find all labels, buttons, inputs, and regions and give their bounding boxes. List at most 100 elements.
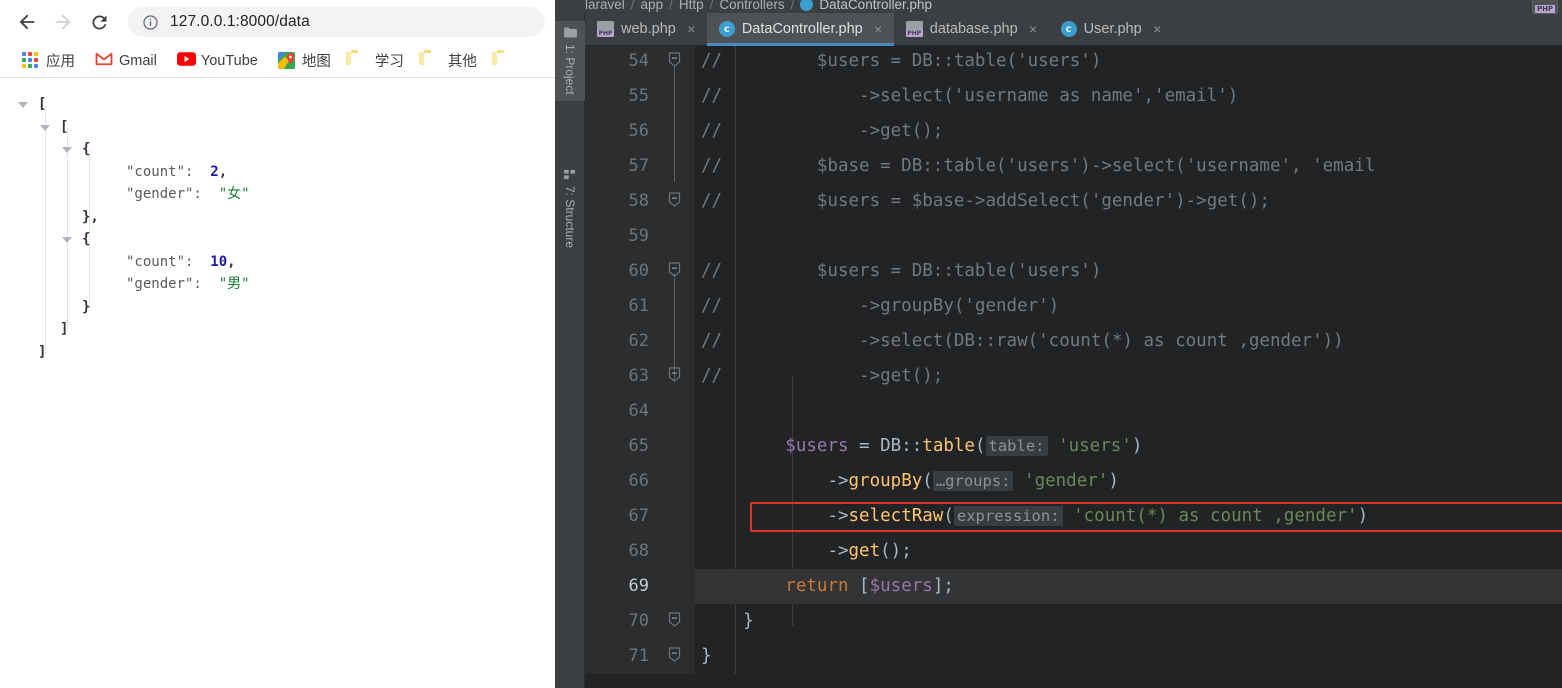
code-fold-toggle-icon[interactable] xyxy=(667,604,682,639)
json-line-content: { xyxy=(0,141,90,157)
json-token-brace: { xyxy=(82,141,91,157)
line-number[interactable]: 59 xyxy=(585,219,657,254)
code-line[interactable]: // ->groupBy('gender') xyxy=(695,289,1562,324)
chevron-down-icon[interactable] xyxy=(40,124,50,131)
code-line[interactable]: // $users = DB::table('users') xyxy=(695,46,1562,79)
breadcrumb-current-file[interactable]: DataController.php xyxy=(819,0,932,12)
breadcrumb-item[interactable]: Http xyxy=(679,0,704,12)
bookmark-label: 应用 xyxy=(46,54,75,70)
code-line[interactable]: ->selectRaw(expression: 'count(*) as cou… xyxy=(695,499,1562,534)
json-token-brace: , xyxy=(227,253,236,270)
line-number[interactable]: 71 xyxy=(585,639,657,674)
line-number[interactable]: 57 xyxy=(585,149,657,184)
tab-web-php[interactable]: web.php × xyxy=(585,13,707,45)
line-number[interactable]: 58 xyxy=(585,184,657,219)
close-icon[interactable]: × xyxy=(1151,22,1164,36)
address-bar[interactable]: 127.0.0.1:8000/data xyxy=(128,7,545,37)
code-fold-toggle-icon[interactable] xyxy=(667,46,682,79)
line-number[interactable]: 67 xyxy=(585,499,657,534)
code-line[interactable]: } xyxy=(695,604,1562,639)
line-number[interactable]: 62 xyxy=(585,324,657,359)
code-fold-toggle-icon[interactable] xyxy=(667,254,682,289)
json-line-content: "gender": "女" xyxy=(0,186,250,202)
code-editor[interactable]: 54555657585960616263646566676869707172 /… xyxy=(585,46,1562,688)
line-number[interactable]: 63 xyxy=(585,359,657,394)
code-line[interactable]: // $base = DB::table('users')->select('u… xyxy=(695,149,1562,184)
close-icon[interactable]: × xyxy=(872,22,885,36)
chevron-down-icon[interactable] xyxy=(18,102,28,108)
line-number[interactable]: 60 xyxy=(585,254,657,289)
url-text[interactable]: 127.0.0.1:8000/data xyxy=(170,13,310,31)
code-token-op: ( xyxy=(974,436,986,456)
tool-window-7-structure[interactable]: 7: Structure xyxy=(555,163,585,254)
code-line[interactable]: // ->get(); xyxy=(695,114,1562,149)
google-maps-icon xyxy=(277,52,295,69)
code-line[interactable]: ->get(); xyxy=(695,534,1562,569)
reload-button[interactable] xyxy=(82,5,116,39)
breadcrumb-separator: / xyxy=(709,0,714,12)
code-line[interactable]: // ->get(); xyxy=(695,359,1562,394)
code-line[interactable]: ->groupBy(…groups: 'gender') xyxy=(695,464,1562,499)
page-info-icon[interactable] xyxy=(142,14,159,31)
code-line[interactable]: // ->select('username as name','email') xyxy=(695,79,1562,114)
chevron-down-icon[interactable] xyxy=(62,237,72,243)
code-line[interactable]: // $users = DB::table('users') xyxy=(695,254,1562,289)
bookmark-其他[interactable]: 其他 xyxy=(418,48,483,73)
code-line[interactable]: return [$users]; xyxy=(695,569,1562,604)
breadcrumb-item[interactable]: app xyxy=(641,0,664,12)
bookmark-学习[interactable]: 学习 xyxy=(345,48,410,73)
line-number[interactable]: 69 xyxy=(585,569,657,604)
bookmark-Gmail[interactable]: Gmail xyxy=(89,50,163,71)
code-line[interactable] xyxy=(695,394,1562,429)
code-line[interactable]: // $users = $base->addSelect('gender')->… xyxy=(695,184,1562,219)
bookmark-应用[interactable]: 应用 xyxy=(16,48,81,73)
close-icon[interactable]: × xyxy=(1027,22,1040,36)
code-token-str: 'users' xyxy=(1058,436,1132,456)
line-number-gutter[interactable]: 54555657585960616263646566676869707172 xyxy=(585,46,695,688)
line-number[interactable]: 65 xyxy=(585,429,657,464)
json-line: ] xyxy=(0,341,555,364)
forward-button[interactable] xyxy=(46,5,80,39)
code-line[interactable] xyxy=(695,219,1562,254)
bookmark-item-6[interactable] xyxy=(491,50,520,71)
tab-datacontroller-php[interactable]: c DataController.php × xyxy=(706,13,894,46)
breadcrumb-item[interactable]: Controllers xyxy=(719,0,784,12)
line-number[interactable]: 66 xyxy=(585,464,657,499)
code-token-op: -> xyxy=(827,471,849,491)
line-number[interactable]: 54 xyxy=(585,46,657,79)
code-token-cls: DB:: xyxy=(880,436,923,456)
tool-window-1-project[interactable]: 1: Project xyxy=(555,21,585,101)
line-number[interactable]: 70 xyxy=(585,604,657,639)
code-line-content: $users = DB::table(table: 'users') xyxy=(695,436,1142,456)
bookmark-地图[interactable]: 地图 xyxy=(272,48,337,73)
code-token-cmt: // ->select(DB::raw('count(*) as count ,… xyxy=(701,331,1344,351)
json-line: ] xyxy=(0,318,555,341)
code-fold-toggle-icon[interactable] xyxy=(667,639,682,674)
tab-user-php[interactable]: c User.php × xyxy=(1049,13,1173,45)
code-token-op: [ xyxy=(848,576,870,596)
code-line[interactable]: $users = DB::table(table: 'users') xyxy=(695,429,1562,464)
bookmark-YouTube[interactable]: YouTube xyxy=(171,50,264,71)
json-token-num: 2 xyxy=(210,163,219,180)
line-number[interactable]: 55 xyxy=(585,79,657,114)
code-line-content: ->selectRaw(expression: 'count(*) as cou… xyxy=(695,506,1368,526)
code-line[interactable]: // ->select(DB::raw('count(*) as count ,… xyxy=(695,324,1562,359)
line-number[interactable]: 56 xyxy=(585,114,657,149)
code-line[interactable]: } xyxy=(695,639,1562,674)
line-number[interactable]: 64 xyxy=(585,394,657,429)
close-icon[interactable]: × xyxy=(685,22,698,36)
back-button[interactable] xyxy=(10,5,44,39)
code-fold-toggle-icon[interactable] xyxy=(667,359,682,394)
breadcrumb-item[interactable]: laravel xyxy=(585,0,625,12)
tab-database-php[interactable]: database.php × xyxy=(894,13,1049,45)
line-number[interactable]: 61 xyxy=(585,289,657,324)
breadcrumb: laravel / app / Http / Controllers / DataControl… xyxy=(555,0,1562,13)
code-fold-toggle-icon[interactable] xyxy=(667,184,682,219)
chevron-down-icon[interactable] xyxy=(62,147,72,153)
code-token-cmt: // $users = $base->addSelect('gender')->… xyxy=(701,191,1270,211)
json-line: } xyxy=(0,296,555,319)
json-line-content: "gender": "男" xyxy=(0,276,250,292)
line-number[interactable]: 68 xyxy=(585,534,657,569)
